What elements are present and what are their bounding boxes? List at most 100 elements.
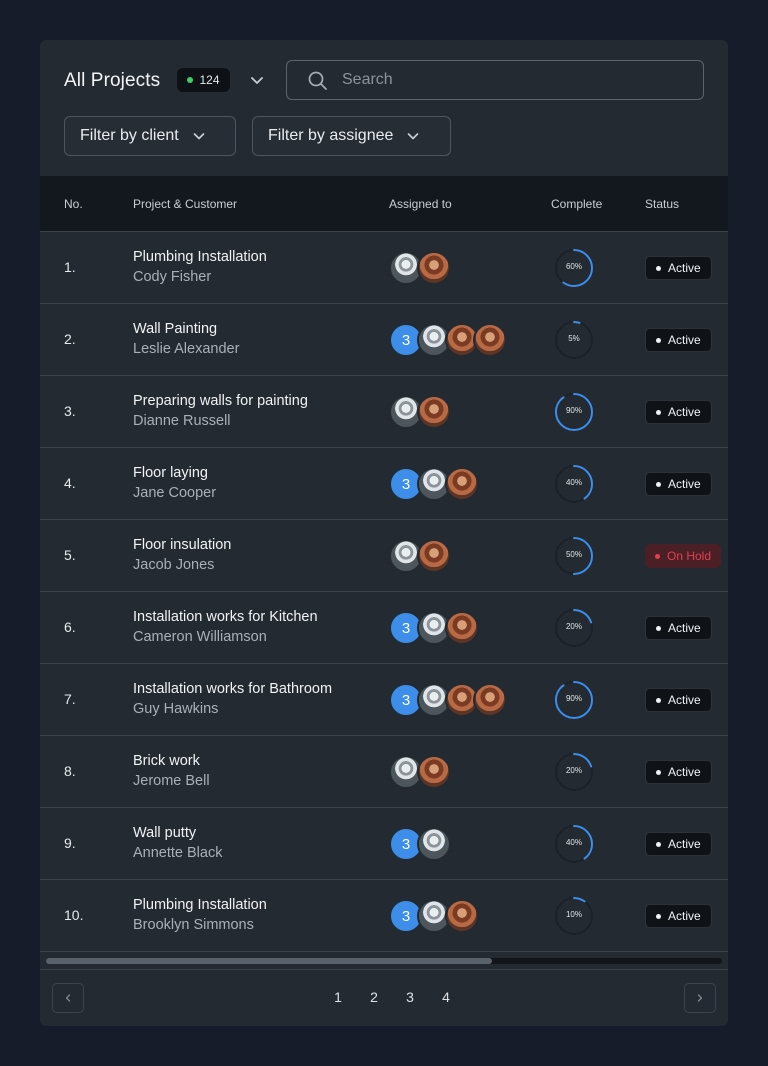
- status-badge: Active: [645, 400, 712, 424]
- completion-percent: 20%: [565, 622, 582, 631]
- status-label: Active: [668, 621, 701, 635]
- completion-indicator: 40%: [553, 823, 595, 865]
- avatar[interactable]: [417, 539, 451, 573]
- project-name: Installation works for Kitchen: [133, 609, 318, 625]
- filter-assignee-dropdown[interactable]: Filter by assignee: [252, 116, 451, 156]
- status-label: Active: [668, 693, 701, 707]
- table-row[interactable]: 2. Wall Painting Leslie Alexander 3 5% A…: [40, 304, 728, 376]
- filter-client-dropdown[interactable]: Filter by client: [64, 116, 236, 156]
- project-name: Plumbing Installation: [133, 897, 267, 913]
- completion-percent: 10%: [565, 910, 582, 919]
- table-row[interactable]: 5. Floor insulation Jacob Jones 50% On H…: [40, 520, 728, 592]
- customer-name: Jane Cooper: [133, 485, 217, 501]
- page-number-button[interactable]: 1: [320, 989, 356, 1005]
- completion-indicator: 40%: [553, 463, 595, 505]
- horizontal-scrollbar[interactable]: [46, 958, 722, 964]
- customer-name: Dianne Russell: [133, 413, 231, 429]
- customer-name: Cameron Williamson: [133, 629, 267, 645]
- project-name: Preparing walls for painting: [133, 393, 308, 409]
- customer-name: Brooklyn Simmons: [133, 917, 254, 933]
- divider: [40, 969, 728, 970]
- table-body: 1. Plumbing Installation Cody Fisher 60%…: [40, 232, 728, 952]
- scrollbar-thumb[interactable]: [46, 958, 493, 964]
- customer-name: Jerome Bell: [133, 773, 210, 789]
- customer-name: Leslie Alexander: [133, 341, 240, 357]
- pagination: 1234: [320, 989, 464, 1005]
- column-header-status[interactable]: Status: [645, 197, 679, 211]
- projects-panel: All Projects 124 Filter by client Filter…: [40, 40, 728, 1026]
- search-box[interactable]: [286, 60, 704, 100]
- column-header-no[interactable]: No.: [64, 197, 83, 211]
- search-input[interactable]: [342, 61, 682, 99]
- project-cell[interactable]: Brick work Jerome Bell: [133, 751, 363, 791]
- table-row[interactable]: 8. Brick work Jerome Bell 20% Active: [40, 736, 728, 808]
- status-badge: Active: [645, 472, 712, 496]
- completion-indicator: 60%: [553, 247, 595, 289]
- page-title: All Projects: [64, 70, 161, 91]
- chevron-down-icon: [193, 133, 205, 140]
- chevron-down-icon[interactable]: [248, 71, 266, 89]
- next-page-button[interactable]: [684, 983, 716, 1013]
- avatar[interactable]: [417, 827, 451, 861]
- project-cell[interactable]: Floor insulation Jacob Jones: [133, 535, 363, 575]
- row-number: 5.: [64, 547, 76, 563]
- avatar[interactable]: [445, 899, 479, 933]
- completion-indicator: 20%: [553, 751, 595, 793]
- column-header-project[interactable]: Project & Customer: [133, 197, 237, 211]
- project-cell[interactable]: Plumbing Installation Cody Fisher: [133, 247, 363, 287]
- table-row[interactable]: 3. Preparing walls for painting Dianne R…: [40, 376, 728, 448]
- project-cell[interactable]: Installation works for Bathroom Guy Hawk…: [133, 679, 363, 719]
- avatar[interactable]: [445, 467, 479, 501]
- project-cell[interactable]: Preparing walls for painting Dianne Russ…: [133, 391, 363, 431]
- customer-name: Cody Fisher: [133, 269, 212, 285]
- status-dot-icon: [656, 265, 661, 271]
- project-cell[interactable]: Installation works for Kitchen Cameron W…: [133, 607, 363, 647]
- status-dot-icon: [656, 409, 661, 415]
- completion-percent: 20%: [565, 766, 582, 775]
- avatar[interactable]: [473, 683, 507, 717]
- table-row[interactable]: 9. Wall putty Annette Black 3 40% Active: [40, 808, 728, 880]
- project-cell[interactable]: Floor laying Jane Cooper: [133, 463, 363, 503]
- avatar[interactable]: [417, 755, 451, 789]
- project-cell[interactable]: Wall putty Annette Black: [133, 823, 363, 863]
- status-dot-icon: [656, 913, 661, 919]
- customer-name: Jacob Jones: [133, 557, 215, 573]
- status-dot-icon: [656, 625, 661, 631]
- completion-percent: 60%: [565, 262, 582, 271]
- avatar[interactable]: [445, 611, 479, 645]
- column-header-complete[interactable]: Complete: [551, 197, 602, 211]
- filter-client-label: Filter by client: [80, 127, 179, 144]
- completion-indicator: 90%: [553, 391, 595, 433]
- table-row[interactable]: 1. Plumbing Installation Cody Fisher 60%…: [40, 232, 728, 304]
- table-row[interactable]: 7. Installation works for Bathroom Guy H…: [40, 664, 728, 736]
- prev-page-button[interactable]: [52, 983, 84, 1013]
- table-row[interactable]: 6. Installation works for Kitchen Camero…: [40, 592, 728, 664]
- project-cell[interactable]: Plumbing Installation Brooklyn Simmons: [133, 895, 363, 935]
- completion-indicator: 10%: [553, 895, 595, 937]
- completion-indicator: 50%: [553, 535, 595, 577]
- project-cell[interactable]: Wall Painting Leslie Alexander: [133, 319, 363, 359]
- table-header: No. Project & Customer Assigned to Compl…: [40, 176, 728, 232]
- status-badge: Active: [645, 256, 712, 280]
- project-name: Brick work: [133, 753, 200, 769]
- table-row[interactable]: 10. Plumbing Installation Brooklyn Simmo…: [40, 880, 728, 952]
- row-number: 9.: [64, 835, 76, 851]
- status-dot-icon: [656, 769, 661, 775]
- page-number-button[interactable]: 2: [356, 989, 392, 1005]
- page-number-button[interactable]: 3: [392, 989, 428, 1005]
- avatar[interactable]: [417, 251, 451, 285]
- row-number: 1.: [64, 259, 76, 275]
- table-toolbar: All Projects 124 Filter by client Filter…: [40, 40, 728, 176]
- column-header-assigned[interactable]: Assigned to: [389, 197, 452, 211]
- table-row[interactable]: 4. Floor laying Jane Cooper 3 40% Active: [40, 448, 728, 520]
- avatar[interactable]: [417, 395, 451, 429]
- chevron-right-icon: [697, 994, 703, 1002]
- status-label: Active: [668, 909, 701, 923]
- status-badge: Active: [645, 832, 712, 856]
- project-count-badge: 124: [177, 68, 230, 92]
- status-dot-icon: [187, 77, 194, 83]
- avatar[interactable]: [473, 323, 507, 357]
- status-label: On Hold: [667, 549, 712, 563]
- status-label: Active: [668, 477, 701, 491]
- page-number-button[interactable]: 4: [428, 989, 464, 1005]
